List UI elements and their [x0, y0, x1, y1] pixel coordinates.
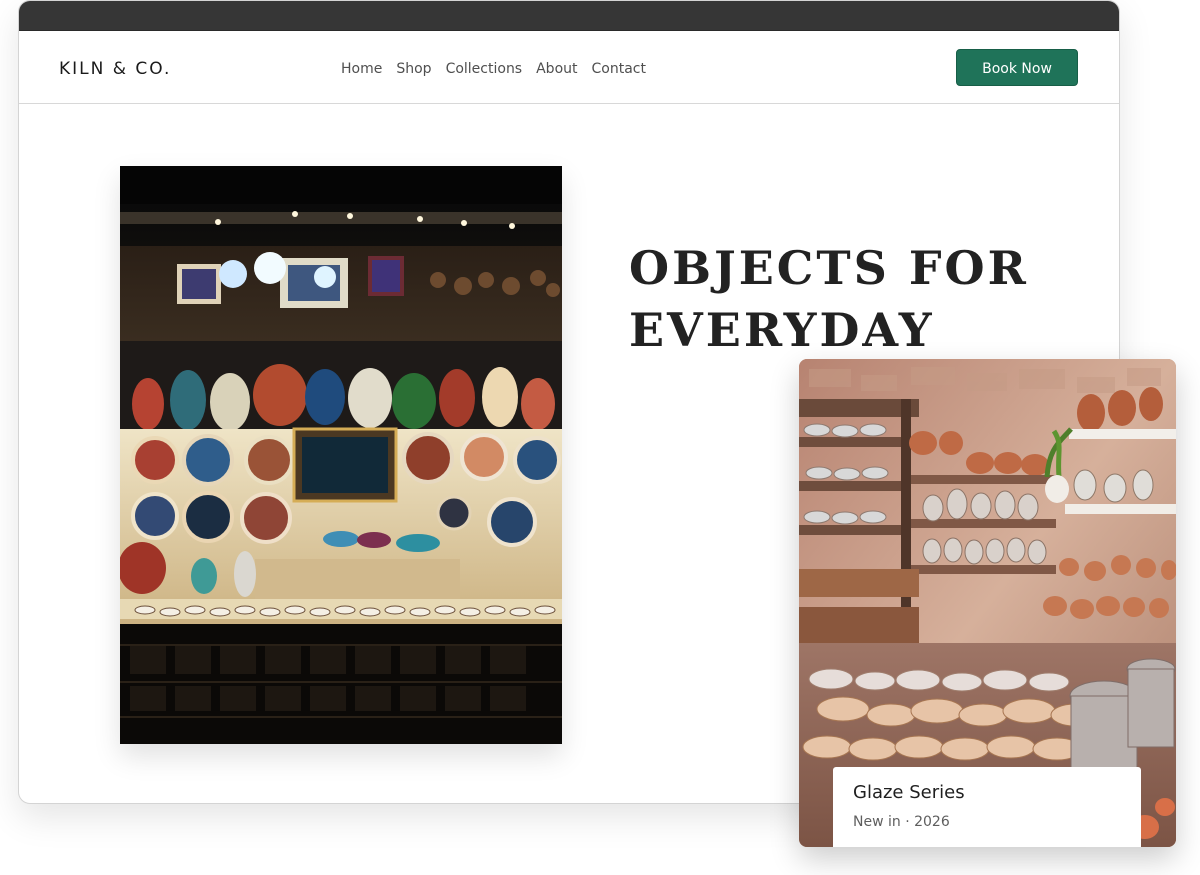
brand-logo[interactable]: KILN & CO.	[59, 31, 171, 103]
book-now-button[interactable]: Book Now	[956, 49, 1078, 86]
hero-image	[120, 166, 562, 744]
featured-collection-card[interactable]: Glaze Series New in · 2026	[799, 359, 1176, 847]
stage: KILN & CO. Home Shop Collections About C…	[0, 0, 1200, 875]
nav-link-contact[interactable]: Contact	[592, 61, 646, 77]
window-titlebar	[19, 1, 1119, 31]
hero-title-line-2: EVERYDAY	[629, 303, 935, 357]
feature-meta: New in · 2026	[853, 814, 950, 830]
hero-title-line-1: OBJECTS FOR	[629, 241, 1029, 295]
main-nav: Home Shop Collections About Contact	[341, 31, 646, 103]
feature-caption: Glaze Series New in · 2026	[833, 767, 1141, 847]
hero-title: OBJECTS FOR EVERYDAY	[629, 237, 1049, 361]
nav-link-about[interactable]: About	[536, 61, 577, 77]
nav-link-shop[interactable]: Shop	[396, 61, 431, 77]
site-header: KILN & CO. Home Shop Collections About C…	[19, 31, 1119, 104]
nav-link-collections[interactable]: Collections	[446, 61, 523, 77]
pottery-shop-display-icon	[120, 166, 562, 744]
nav-link-home[interactable]: Home	[341, 61, 382, 77]
feature-title: Glaze Series	[853, 782, 965, 803]
